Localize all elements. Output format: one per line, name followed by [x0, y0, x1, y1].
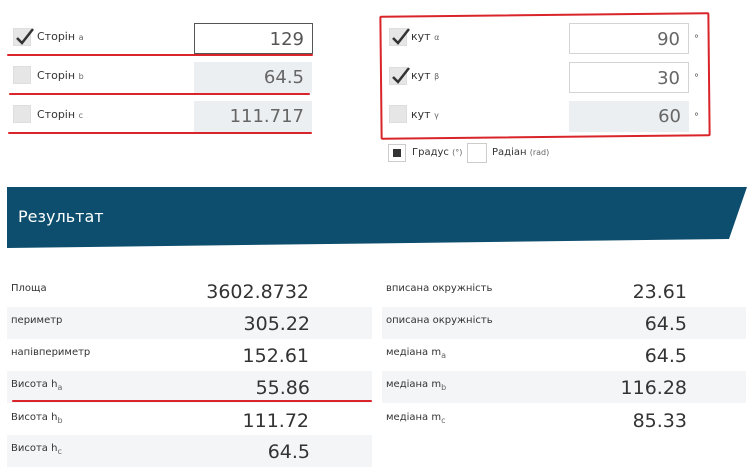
result-median-b-row: медіана mb 116.28 — [382, 371, 746, 403]
unit-degree-option[interactable]: Градус (°) — [388, 143, 468, 163]
result-area-row: Площа 3602.8732 — [7, 275, 317, 307]
angle-alpha-checkbox[interactable] — [389, 28, 410, 46]
side-a-input[interactable]: 129 — [194, 23, 313, 54]
result-area-label: Площа — [11, 283, 47, 294]
result-semiperimeter-value: 152.61 — [242, 345, 309, 367]
angle-beta-checkbox[interactable] — [389, 67, 410, 85]
result-height-c-value: 64.5 — [267, 441, 310, 463]
angle-beta-unit: ° — [694, 73, 699, 84]
unit-radian-checkbox[interactable] — [467, 143, 487, 163]
result-circumscribed-label: описана окружність — [386, 315, 493, 326]
result-height-a-row: Висота ha 55.86 — [7, 371, 372, 403]
result-inscribed-value: 23.61 — [632, 281, 687, 303]
selected-square-icon — [393, 149, 401, 157]
result-median-b-label: медіана mb — [386, 379, 447, 392]
annotation-underline-side-a — [7, 54, 313, 56]
side-b-label: Сторін b — [37, 69, 84, 82]
angle-gamma-label: кут γ — [411, 108, 439, 121]
result-inscribed-label: вписана окружність — [386, 283, 493, 294]
result-median-c-row: медіана mc 85.33 — [382, 404, 695, 436]
result-median-c-value: 85.33 — [632, 410, 687, 432]
angle-gamma-row: кут γ 60 ° — [389, 101, 709, 132]
side-a-label: Сторін a — [37, 30, 84, 43]
result-banner: Результат — [7, 187, 747, 248]
angle-gamma-unit: ° — [694, 112, 699, 123]
side-b-input[interactable]: 64.5 — [194, 62, 312, 93]
result-median-a-label: медіана ma — [386, 347, 447, 360]
result-perimeter-value: 305.22 — [243, 313, 310, 335]
side-c-label: Сторін c — [37, 108, 83, 121]
result-height-c-row: Висота hc 64.5 — [7, 435, 372, 467]
unit-degree-checkbox[interactable] — [388, 144, 406, 162]
result-perimeter-label: периметр — [11, 315, 63, 326]
result-perimeter-row: периметр 305.22 — [7, 307, 372, 339]
side-a-row: Сторін a 129 — [13, 23, 313, 54]
angle-alpha-input[interactable]: 90 — [569, 23, 689, 54]
result-median-b-value: 116.28 — [620, 377, 687, 399]
side-b-checkbox[interactable] — [13, 66, 31, 84]
result-height-b-row: Висота hb 111.72 — [7, 404, 317, 436]
result-area-value: 3602.8732 — [206, 281, 309, 303]
result-height-c-label: Висота hc — [11, 443, 62, 456]
side-b-row: Сторін b 64.5 — [13, 62, 313, 93]
annotation-underline-side-c — [8, 132, 312, 134]
result-median-a-value: 64.5 — [644, 345, 687, 367]
result-circumscribed-row: описана окружність 64.5 — [382, 307, 746, 339]
angle-gamma-input[interactable]: 60 — [569, 101, 689, 132]
checkmark-icon — [392, 28, 410, 45]
unit-radian-option[interactable]: Радіан (rad) — [467, 143, 557, 163]
annotation-underline-side-b — [9, 93, 310, 95]
side-c-row: Сторін c 111.717 — [13, 101, 313, 132]
side-c-input[interactable]: 111.717 — [194, 101, 312, 132]
angle-alpha-unit: ° — [694, 34, 699, 45]
result-circumscribed-value: 64.5 — [644, 313, 687, 335]
angle-alpha-label: кут α — [411, 30, 440, 43]
angle-alpha-row: кут α 90 ° — [389, 23, 709, 54]
result-semiperimeter-label: напівпериметр — [11, 347, 91, 358]
result-median-a-row: медіана ma 64.5 — [382, 339, 695, 371]
side-a-checkbox[interactable] — [13, 28, 34, 46]
result-inscribed-row: вписана окружність 23.61 — [382, 275, 695, 307]
side-c-checkbox[interactable] — [13, 105, 31, 123]
result-height-b-label: Висота hb — [11, 412, 63, 425]
result-title: Результат — [18, 207, 104, 226]
unit-radian-label: Радіан (rad) — [492, 147, 550, 158]
result-height-a-label: Висота ha — [11, 379, 63, 392]
annotation-underline-height-a — [12, 400, 372, 402]
checkmark-icon — [16, 28, 34, 45]
result-height-b-value: 111.72 — [242, 410, 309, 432]
result-semiperimeter-row: напівпериметр 152.61 — [7, 339, 317, 371]
angle-beta-row: кут β 30 ° — [389, 62, 709, 93]
result-height-a-value: 55.86 — [255, 377, 310, 399]
result-median-c-label: медіана mc — [386, 412, 446, 425]
angle-beta-input[interactable]: 30 — [569, 62, 689, 93]
unit-degree-label: Градус (°) — [412, 147, 463, 158]
angle-gamma-checkbox[interactable] — [389, 105, 407, 123]
angle-beta-label: кут β — [411, 69, 440, 82]
checkmark-icon — [392, 67, 410, 84]
